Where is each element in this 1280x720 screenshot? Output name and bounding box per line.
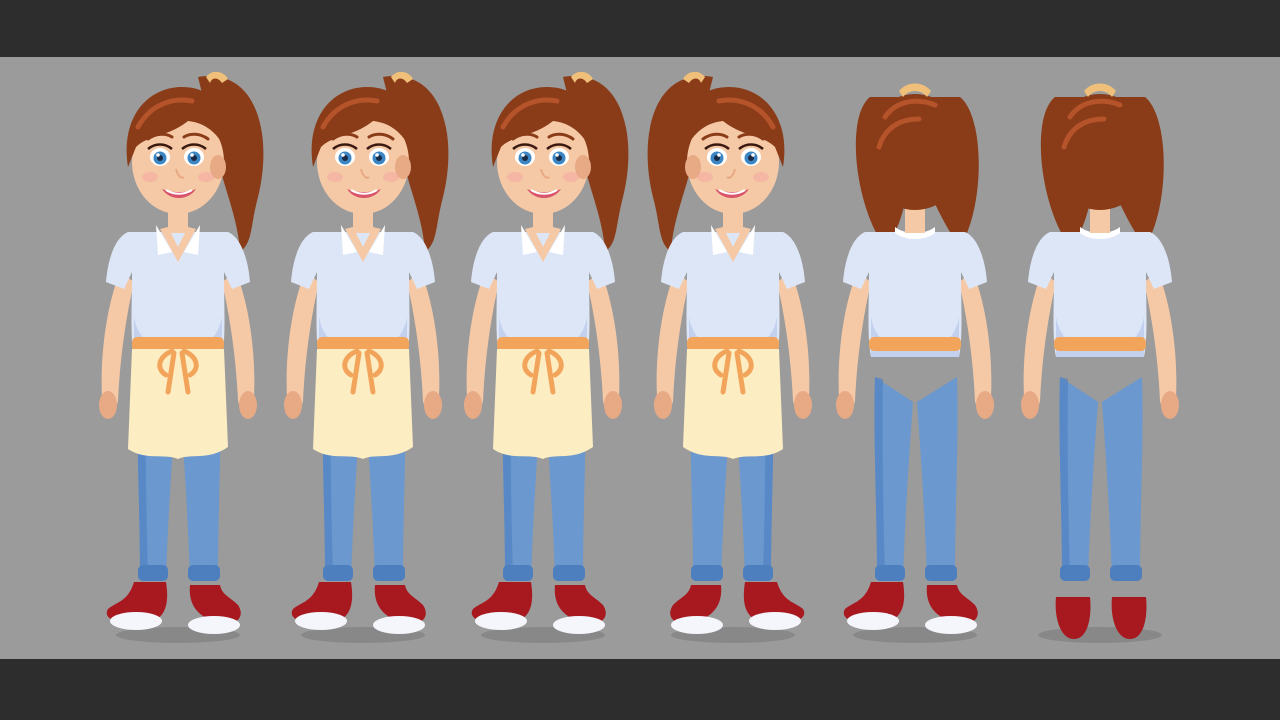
neck bbox=[905, 207, 925, 233]
apron bbox=[128, 337, 228, 459]
sneakers bbox=[670, 582, 805, 634]
character-back bbox=[1021, 83, 1179, 643]
hair bbox=[1048, 94, 1152, 210]
character-three-quarter-front-left bbox=[99, 71, 264, 643]
character-front bbox=[464, 71, 629, 643]
character-turnaround-sheet bbox=[99, 71, 1179, 643]
bottom-letterbox-bar bbox=[0, 659, 1280, 720]
jeans bbox=[1059, 377, 1143, 581]
neck bbox=[1090, 207, 1110, 233]
sneakers bbox=[291, 582, 426, 634]
apron bbox=[683, 337, 783, 459]
ground-shadow bbox=[1038, 627, 1162, 643]
jeans bbox=[874, 377, 958, 581]
character-slight-three-quarter-left bbox=[284, 71, 449, 643]
character-three-quarter-front-right bbox=[647, 71, 812, 643]
apron bbox=[313, 337, 413, 459]
sneakers bbox=[106, 582, 241, 634]
apron-strings bbox=[869, 337, 961, 351]
sneakers bbox=[471, 582, 606, 634]
top-letterbox-bar bbox=[0, 0, 1280, 57]
character-three-quarter-back bbox=[836, 83, 994, 643]
hair bbox=[863, 94, 967, 210]
sneakers bbox=[843, 582, 978, 634]
apron-strings bbox=[1054, 337, 1146, 351]
apron bbox=[493, 337, 593, 459]
turnaround-backdrop bbox=[0, 57, 1280, 659]
